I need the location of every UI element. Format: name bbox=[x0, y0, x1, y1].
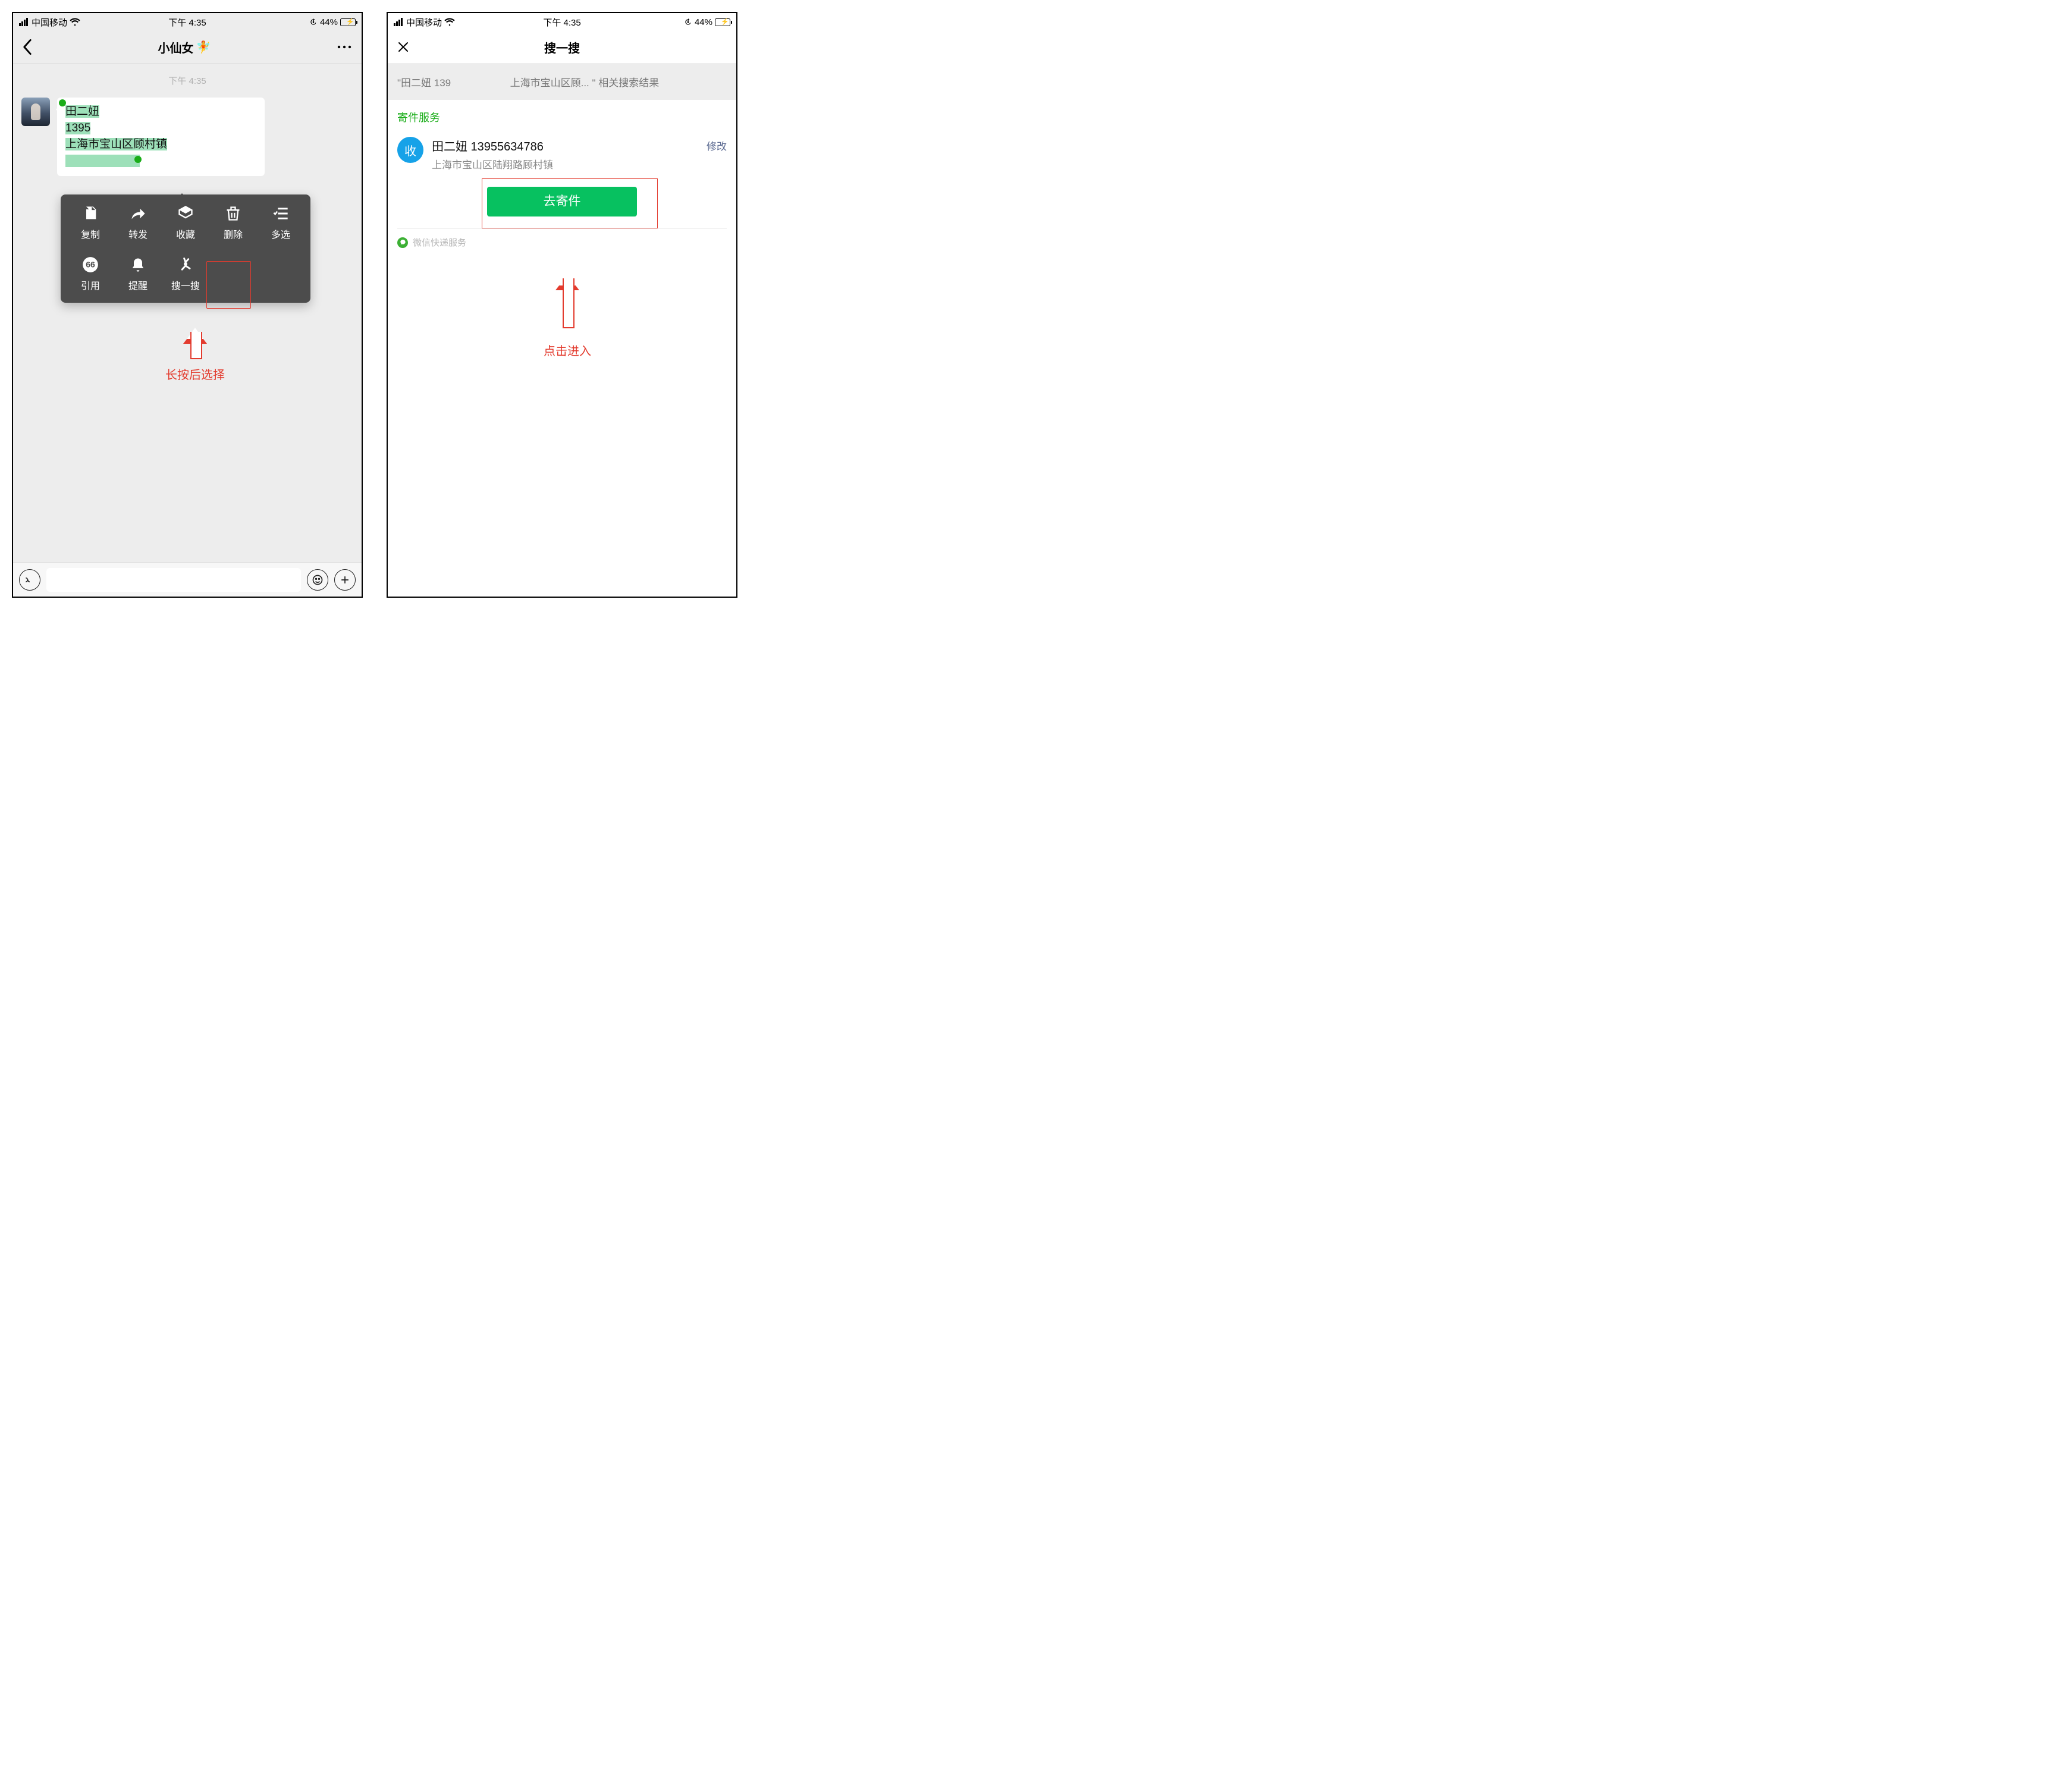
chat-timestamp: 下午 4:35 bbox=[13, 74, 362, 87]
ctx-favorite[interactable]: 收藏 bbox=[162, 205, 209, 241]
modify-link[interactable]: 修改 bbox=[707, 137, 727, 153]
red-highlight-box bbox=[482, 178, 658, 228]
back-button[interactable] bbox=[23, 39, 32, 55]
rotation-lock-icon bbox=[684, 18, 692, 26]
selection-start-handle[interactable] bbox=[59, 99, 66, 106]
selection-end-handle[interactable] bbox=[134, 156, 142, 163]
annotation-arrow: 点击进入 bbox=[544, 263, 591, 359]
battery-pct: 44% bbox=[695, 17, 712, 27]
phone-search: 中国移动 下午 4:35 44% ⚡ 搜一搜 "田二妞 139 上海市宝山区顾.… bbox=[387, 12, 737, 598]
ctx-search[interactable]: 搜一搜 bbox=[162, 256, 209, 292]
address-card[interactable]: 收 田二妞 13955634786 上海市宝山区陆翔路顾村镇 修改 bbox=[388, 132, 736, 181]
wechat-service-icon bbox=[397, 237, 408, 248]
provider-row[interactable]: 微信快递服务 bbox=[388, 229, 736, 256]
msg-addr-prefix: 上海市宝山区顾村镇 bbox=[65, 138, 167, 150]
msg-name: 田二妞 bbox=[65, 105, 99, 118]
emoji-button[interactable] bbox=[307, 569, 328, 591]
annotation-arrow: 长按后选择 bbox=[165, 316, 225, 382]
svg-text:66: 66 bbox=[86, 260, 95, 269]
status-bar: 中国移动 下午 4:35 44% ⚡ bbox=[388, 13, 736, 31]
chat-title: 小仙女 🧚 bbox=[158, 39, 211, 56]
signal-icon bbox=[394, 18, 403, 26]
annotation-caption: 点击进入 bbox=[544, 341, 591, 359]
message-input[interactable] bbox=[46, 568, 301, 592]
plus-button[interactable] bbox=[334, 569, 356, 591]
battery-icon: ⚡ bbox=[715, 18, 730, 26]
recipient-badge: 收 bbox=[397, 137, 423, 163]
fairy-emoji-icon: 🧚 bbox=[196, 40, 211, 55]
ctx-multiselect[interactable]: 多选 bbox=[257, 205, 304, 241]
ctx-delete[interactable]: 删除 bbox=[209, 205, 257, 241]
carrier-label: 中国移动 bbox=[32, 16, 67, 29]
message-row: 田二妞 1395 上海市宝山区顾村镇 bbox=[13, 98, 362, 176]
search-summary: "田二妞 139 上海市宝山区顾... " 相关搜索结果 bbox=[388, 64, 736, 100]
nav-bar: 搜一搜 bbox=[388, 31, 736, 64]
wifi-icon bbox=[444, 18, 455, 26]
wifi-icon bbox=[70, 18, 80, 26]
annotation-caption: 长按后选择 bbox=[165, 365, 225, 382]
battery-pct: 44% bbox=[320, 17, 338, 27]
recipient-line2: 上海市宝山区陆翔路顾村镇 bbox=[432, 156, 698, 171]
more-button[interactable] bbox=[337, 45, 352, 49]
avatar[interactable] bbox=[21, 98, 50, 126]
phone-chat: 中国移动 下午 4:35 44% ⚡ 小仙女 🧚 下午 4:35 bbox=[12, 12, 363, 598]
status-bar: 中国移动 下午 4:35 44% ⚡ bbox=[13, 13, 362, 31]
close-button[interactable] bbox=[397, 41, 409, 53]
msg-phone-prefix: 1395 bbox=[65, 122, 90, 134]
provider-label: 微信快递服务 bbox=[413, 236, 466, 249]
red-highlight-box bbox=[206, 261, 251, 309]
ctx-copy[interactable]: 复制 bbox=[67, 205, 114, 241]
search-title: 搜一搜 bbox=[544, 39, 580, 56]
ctx-forward[interactable]: 转发 bbox=[114, 205, 162, 241]
message-bubble[interactable]: 田二妞 1395 上海市宝山区顾村镇 bbox=[57, 98, 265, 176]
signal-icon bbox=[19, 18, 28, 26]
chat-body[interactable]: 下午 4:35 田二妞 1395 上海市宝山区顾村镇 复制 bbox=[13, 64, 362, 562]
battery-icon: ⚡ bbox=[340, 18, 356, 26]
ctx-remind[interactable]: 提醒 bbox=[114, 256, 162, 292]
rotation-lock-icon bbox=[309, 18, 318, 26]
nav-bar: 小仙女 🧚 bbox=[13, 31, 362, 64]
chat-input-bar bbox=[13, 562, 362, 597]
section-shipping: 寄件服务 bbox=[388, 100, 736, 132]
voice-button[interactable] bbox=[19, 569, 40, 591]
status-time: 下午 4:35 bbox=[543, 16, 580, 29]
recipient-line1: 田二妞 13955634786 bbox=[432, 137, 698, 154]
ctx-quote[interactable]: 66 引用 bbox=[67, 256, 114, 292]
context-menu: 复制 转发 收藏 删除 多选 6 bbox=[61, 194, 310, 303]
status-time: 下午 4:35 bbox=[168, 16, 206, 29]
carrier-label: 中国移动 bbox=[406, 16, 442, 29]
